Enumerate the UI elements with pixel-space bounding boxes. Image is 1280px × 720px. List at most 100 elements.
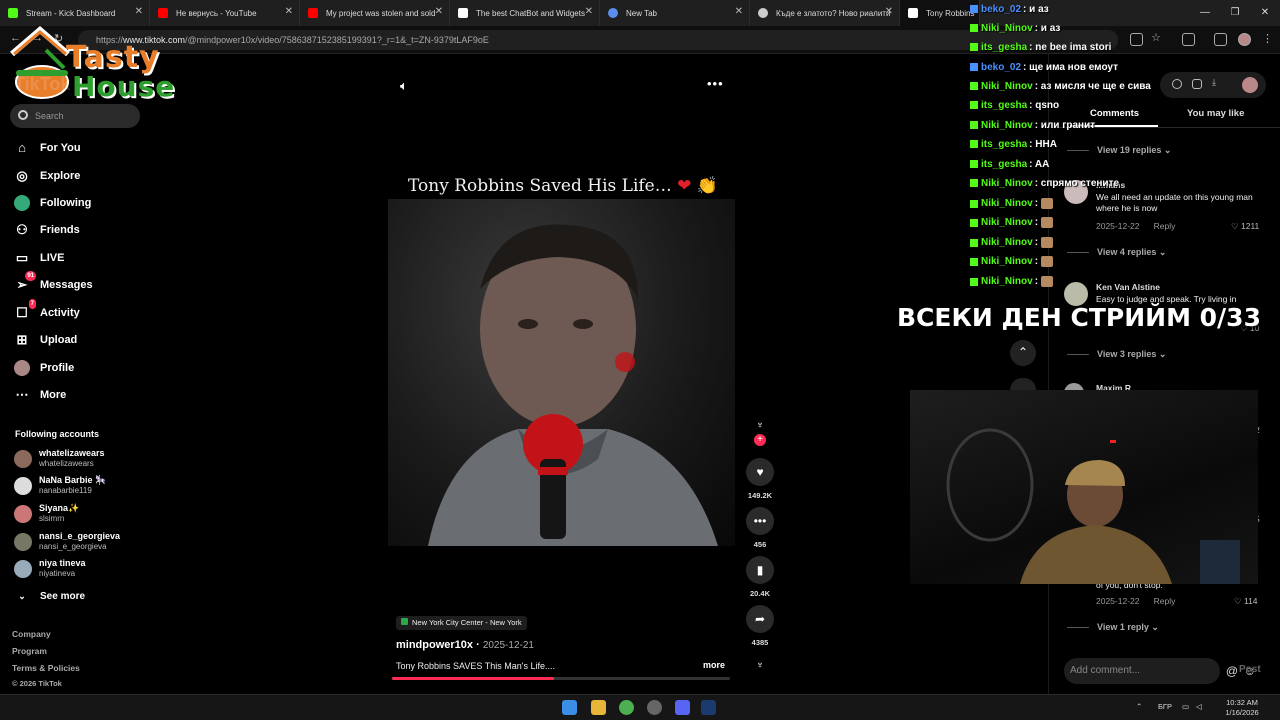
- windows-start-icon[interactable]: [562, 700, 577, 715]
- chat-badge-icon: [970, 277, 978, 286]
- comment-button[interactable]: ••• 456: [745, 507, 775, 549]
- close-tab-icon[interactable]: ✕: [885, 6, 893, 17]
- browser-tab[interactable]: The best ChatBot and Widgets ✕: [450, 0, 600, 26]
- avatar: [14, 476, 32, 495]
- avatar: [14, 559, 32, 578]
- nav-explore[interactable]: ◎ Explore: [14, 168, 80, 184]
- file-explorer-icon[interactable]: [591, 700, 606, 715]
- tray-chevron-icon[interactable]: ⌃: [1136, 702, 1142, 711]
- download-icon[interactable]: ⤓: [1212, 77, 1222, 87]
- browser-menu-icon[interactable]: ⋮: [1262, 32, 1273, 45]
- video-progress-bar[interactable]: [392, 677, 730, 680]
- like-button[interactable]: ♥ 149.2K: [745, 458, 775, 500]
- following-account[interactable]: Siyana✨ slsimrn: [14, 503, 79, 524]
- creator-avatar-button[interactable]: ♆ +: [745, 418, 775, 446]
- maximize-icon[interactable]: ❐: [1220, 0, 1250, 26]
- chat-username: its_gesha: [981, 42, 1028, 53]
- post-button[interactable]: Post: [1239, 664, 1261, 675]
- chat-username: Niki_Ninov: [981, 217, 1033, 229]
- tiktok-logo[interactable]: TikTok: [14, 74, 70, 95]
- chrome-icon[interactable]: [619, 700, 634, 715]
- discord-icon[interactable]: [675, 700, 690, 715]
- comment-like-button[interactable]: ♡ 1211: [1231, 221, 1259, 232]
- chat-username: Niki_Ninov: [981, 23, 1033, 34]
- follow-plus-icon[interactable]: +: [754, 434, 766, 446]
- volume-tray-icon[interactable]: ◁: [1196, 702, 1202, 711]
- obs-icon[interactable]: [647, 700, 662, 715]
- footer-link-terms[interactable]: Terms & Policies: [12, 663, 80, 673]
- chat-badge-icon: [970, 63, 978, 72]
- url-input[interactable]: https://www.tiktok.com/@mindpower10x/vid…: [78, 30, 1118, 50]
- browser-tab-bar: Stream - Kick Dashboard ✕ Не вернусь - Yo…: [0, 0, 1280, 26]
- view-replies-button[interactable]: View 1 reply ⌄: [1067, 622, 1159, 633]
- nav-upload[interactable]: ⊞ Upload: [14, 332, 78, 348]
- following-account[interactable]: whatelizawears whatelizawears: [14, 448, 105, 469]
- scroll-up-button[interactable]: ⌃: [1010, 340, 1036, 366]
- view-replies-button[interactable]: View 19 replies ⌄: [1066, 145, 1171, 156]
- nav-messages[interactable]: ➢ 91 Messages: [14, 271, 93, 293]
- browser-tab-active[interactable]: Tony Robbins: [900, 0, 980, 26]
- following-account[interactable]: nansi_e_georgieva nansi_e_georgieva: [14, 531, 120, 552]
- nav-for-you[interactable]: ⌂ For You: [14, 140, 80, 156]
- nav-live[interactable]: ▭ LIVE: [14, 250, 65, 266]
- close-tab-icon[interactable]: ✕: [585, 6, 593, 17]
- volume-icon[interactable]: 🔈︎: [400, 78, 408, 94]
- more-options-icon[interactable]: •••: [707, 76, 724, 91]
- following-account[interactable]: niya tineva niyatineva: [14, 558, 86, 579]
- close-tab-icon[interactable]: ✕: [285, 6, 293, 17]
- profile-avatar-icon[interactable]: [1238, 33, 1251, 46]
- minimize-icon[interactable]: —: [1190, 0, 1220, 26]
- comment-like-button[interactable]: ♡ 114: [1234, 596, 1258, 607]
- view-replies-button[interactable]: View 4 replies ⌄: [1066, 247, 1166, 258]
- mention-icon[interactable]: @: [1226, 658, 1238, 684]
- video-player[interactable]: [388, 199, 735, 546]
- tiktok-favicon-icon: [908, 8, 918, 18]
- footer-link-company[interactable]: Company: [12, 629, 51, 639]
- close-tab-icon[interactable]: ✕: [735, 6, 743, 17]
- tab-comments[interactable]: Comments: [1090, 108, 1139, 119]
- nav-more[interactable]: ⋯ More: [14, 387, 67, 403]
- cast-icon[interactable]: [1130, 33, 1143, 46]
- search-input[interactable]: Search: [10, 104, 140, 128]
- browser-tab[interactable]: Къде е златото? Ново риалити ✕: [750, 0, 900, 26]
- network-icon[interactable]: ▭: [1182, 702, 1189, 711]
- chat-emote-icon: [1040, 276, 1053, 287]
- nav-following[interactable]: Following: [14, 195, 91, 211]
- close-tab-icon[interactable]: ✕: [135, 6, 143, 17]
- bookmark-star-icon[interactable]: ☆: [1151, 31, 1161, 44]
- input-language[interactable]: БГР: [1158, 702, 1172, 711]
- nav-activity[interactable]: ☐ 7 Activity: [14, 299, 80, 321]
- steam-icon[interactable]: [701, 700, 716, 715]
- user-avatar[interactable]: [1242, 77, 1258, 93]
- extensions-icon[interactable]: [1182, 33, 1195, 46]
- view-replies-button[interactable]: View 3 replies ⌄: [1066, 349, 1166, 360]
- nav-friends[interactable]: ⚇ Friends: [14, 222, 80, 238]
- following-account[interactable]: NaNa Barbie 🎠 nanabarbie119: [14, 475, 106, 496]
- phone-icon[interactable]: [1192, 79, 1202, 89]
- scroll-down-button[interactable]: [1010, 378, 1036, 390]
- reply-button[interactable]: Reply: [1154, 596, 1176, 606]
- nav-profile[interactable]: Profile: [14, 360, 74, 376]
- tab-you-may-like[interactable]: You may like: [1187, 108, 1244, 119]
- description-more-link[interactable]: more: [703, 660, 725, 670]
- video-author[interactable]: mindpower10x · 2025-12-21: [396, 639, 534, 651]
- share-button[interactable]: ➦ 4385: [745, 605, 775, 647]
- chat-text: HHA: [1035, 139, 1057, 150]
- browser-tab[interactable]: New Tab ✕: [600, 0, 750, 26]
- browser-tab[interactable]: My project was stolen and sold ✕: [300, 0, 450, 26]
- see-more-button[interactable]: ⌄ See more: [14, 588, 85, 604]
- sound-disc-button[interactable]: ♆: [745, 658, 775, 674]
- close-tab-icon[interactable]: ✕: [435, 6, 443, 17]
- location-tag[interactable]: New York City Center - New York: [396, 616, 527, 630]
- reply-button[interactable]: Reply: [1154, 221, 1176, 231]
- add-comment-input[interactable]: Add comment... @ ☺: [1064, 658, 1256, 684]
- footer-link-program[interactable]: Program: [12, 646, 47, 656]
- comment-meta: 2025-12-22 Reply: [1096, 596, 1176, 606]
- settings-icon[interactable]: [1172, 79, 1182, 89]
- heart-emoji-icon: ❤: [677, 176, 692, 196]
- media-icon[interactable]: [1214, 33, 1227, 46]
- close-window-icon[interactable]: ✕: [1250, 0, 1280, 26]
- page-favicon-icon: [458, 8, 468, 18]
- save-button[interactable]: ▮ 20.4K: [745, 556, 775, 598]
- system-clock[interactable]: 10:32 AM 1/16/2026: [1214, 698, 1270, 718]
